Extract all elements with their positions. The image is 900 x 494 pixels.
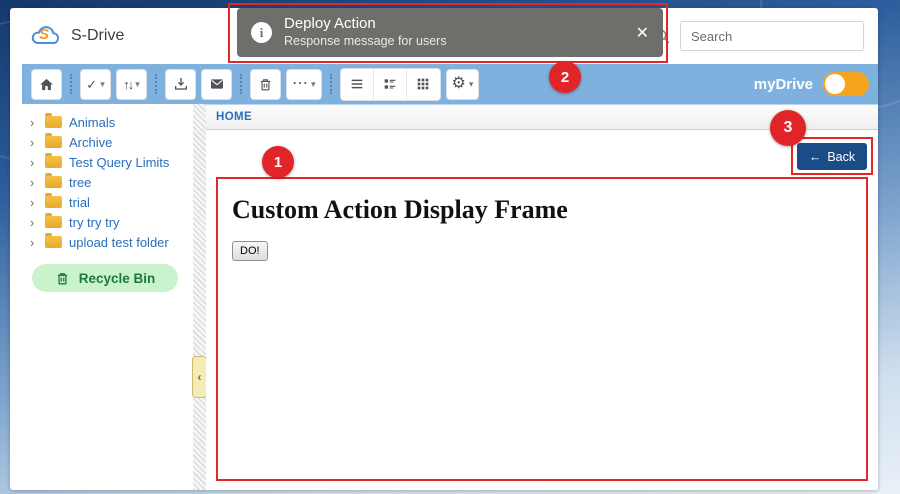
folder-icon xyxy=(45,236,62,248)
view-switcher xyxy=(340,68,441,101)
do-button[interactable]: DO! xyxy=(232,241,268,261)
folder-label: upload test folder xyxy=(69,235,169,250)
back-button[interactable]: ← Back xyxy=(797,143,867,170)
check-icon: ✓ xyxy=(86,78,97,91)
sidebar-collapse-handle[interactable]: ‹ xyxy=(192,356,207,398)
folder-icon xyxy=(45,116,62,128)
envelope-icon xyxy=(209,76,225,92)
toolbar-separator xyxy=(240,74,242,94)
sidebar-resizer[interactable]: ‹ xyxy=(193,104,206,490)
chevron-right-icon: › xyxy=(30,155,38,170)
home-icon xyxy=(39,77,54,92)
mydrive-toggle[interactable] xyxy=(823,72,869,96)
desktop-background: S S-Drive xyxy=(0,0,900,494)
mydrive-label: myDrive xyxy=(754,76,813,93)
toolbar-separator xyxy=(70,74,72,94)
chevron-down-icon: ▾ xyxy=(311,80,316,89)
folder-icon xyxy=(45,196,62,208)
sidebar-folder-item[interactable]: › try try try xyxy=(10,212,193,232)
recycle-bin-label: Recycle Bin xyxy=(79,271,156,286)
sidebar-folder-item[interactable]: › upload test folder xyxy=(10,232,193,252)
folder-icon xyxy=(45,136,62,148)
email-button[interactable] xyxy=(201,69,232,100)
home-button[interactable] xyxy=(31,69,62,100)
download-icon xyxy=(173,76,189,92)
chevron-right-icon: › xyxy=(30,175,38,190)
list-view-button[interactable] xyxy=(341,69,374,100)
list-icon xyxy=(349,76,365,92)
grid-icon xyxy=(415,76,431,92)
logo-letter: S xyxy=(39,26,49,43)
search-bar xyxy=(654,21,864,51)
main-panel: HOME ← Back Custom Action Display Frame … xyxy=(206,104,878,490)
frame-title: Custom Action Display Frame xyxy=(232,195,852,225)
toolbar-separator xyxy=(330,74,332,94)
mydrive-control: myDrive xyxy=(754,72,869,96)
back-button-label: Back xyxy=(827,150,855,164)
more-icon: ⋯ xyxy=(292,76,308,92)
toast-message: Response message for users xyxy=(284,34,447,50)
detail-view-button[interactable] xyxy=(374,69,407,100)
chevron-down-icon: ▾ xyxy=(135,80,140,89)
toolbar: ✓ ▾ ↑↓ ▾ xyxy=(22,64,878,104)
settings-dropdown-button[interactable]: ⚙ ▾ xyxy=(446,69,480,100)
chevron-down-icon: ▾ xyxy=(469,80,474,89)
annotation-step-3: 3 xyxy=(770,110,806,146)
sidebar-folder-item[interactable]: › tree xyxy=(10,172,193,192)
sort-icon: ↑↓ xyxy=(123,78,132,91)
delete-button[interactable] xyxy=(250,69,281,100)
toast-title: Deploy Action xyxy=(284,15,447,34)
folder-icon xyxy=(45,216,62,228)
info-icon: i xyxy=(251,22,272,43)
custom-action-display-frame: Custom Action Display Frame DO! xyxy=(216,177,868,481)
folder-icon xyxy=(45,156,62,168)
trash-icon xyxy=(258,77,273,92)
sdrive-app-window: S S-Drive xyxy=(10,8,878,490)
detail-list-icon xyxy=(382,76,398,92)
gear-icon: ⚙ xyxy=(452,76,466,92)
chevron-right-icon: › xyxy=(30,135,38,150)
content-area: ← Back Custom Action Display Frame DO! xyxy=(206,130,878,490)
folder-label: Test Query Limits xyxy=(69,155,169,170)
toast-notification: i Deploy Action Response message for use… xyxy=(237,8,663,57)
chevron-down-icon: ▾ xyxy=(100,80,105,89)
folder-tree: › Animals › Archive › xyxy=(10,112,193,252)
folder-label: Archive xyxy=(69,135,112,150)
trash-icon xyxy=(55,271,70,286)
folder-label: try try try xyxy=(69,215,120,230)
chevron-left-icon: ‹ xyxy=(198,370,202,384)
breadcrumb-home-link[interactable]: HOME xyxy=(216,111,252,123)
folder-label: tree xyxy=(69,175,91,190)
sidebar-folder-item[interactable]: › trial xyxy=(10,192,193,212)
annotation-step-2: 2 xyxy=(549,61,581,93)
sidebar-folder-item[interactable]: › Archive xyxy=(10,132,193,152)
grid-view-button[interactable] xyxy=(407,69,440,100)
toolbar-separator xyxy=(155,74,157,94)
folder-label: Animals xyxy=(69,115,115,130)
sidebar-folder-item[interactable]: › Test Query Limits xyxy=(10,152,193,172)
download-button[interactable] xyxy=(165,69,196,100)
folder-label: trial xyxy=(69,195,90,210)
close-icon[interactable]: ✕ xyxy=(636,23,649,43)
app-title: S-Drive xyxy=(71,27,124,45)
sdrive-logo-icon: S xyxy=(28,24,62,48)
chevron-right-icon: › xyxy=(30,215,38,230)
folder-sidebar: › Animals › Archive › xyxy=(10,104,193,490)
sidebar-folder-item[interactable]: › Animals xyxy=(10,112,193,132)
search-input[interactable] xyxy=(680,21,864,51)
toast-text: Deploy Action Response message for users xyxy=(284,15,447,49)
recycle-bin-button[interactable]: Recycle Bin xyxy=(32,264,178,292)
sort-dropdown-button[interactable]: ↑↓ ▾ xyxy=(116,69,147,100)
chevron-right-icon: › xyxy=(30,235,38,250)
back-arrow-icon: ← xyxy=(809,150,822,164)
chevron-right-icon: › xyxy=(30,115,38,130)
folder-icon xyxy=(45,176,62,188)
chevron-right-icon: › xyxy=(30,195,38,210)
annotation-step-1: 1 xyxy=(262,146,294,178)
select-dropdown-button[interactable]: ✓ ▾ xyxy=(80,69,111,100)
more-actions-button[interactable]: ⋯ ▾ xyxy=(286,69,322,100)
toggle-knob xyxy=(825,74,845,94)
